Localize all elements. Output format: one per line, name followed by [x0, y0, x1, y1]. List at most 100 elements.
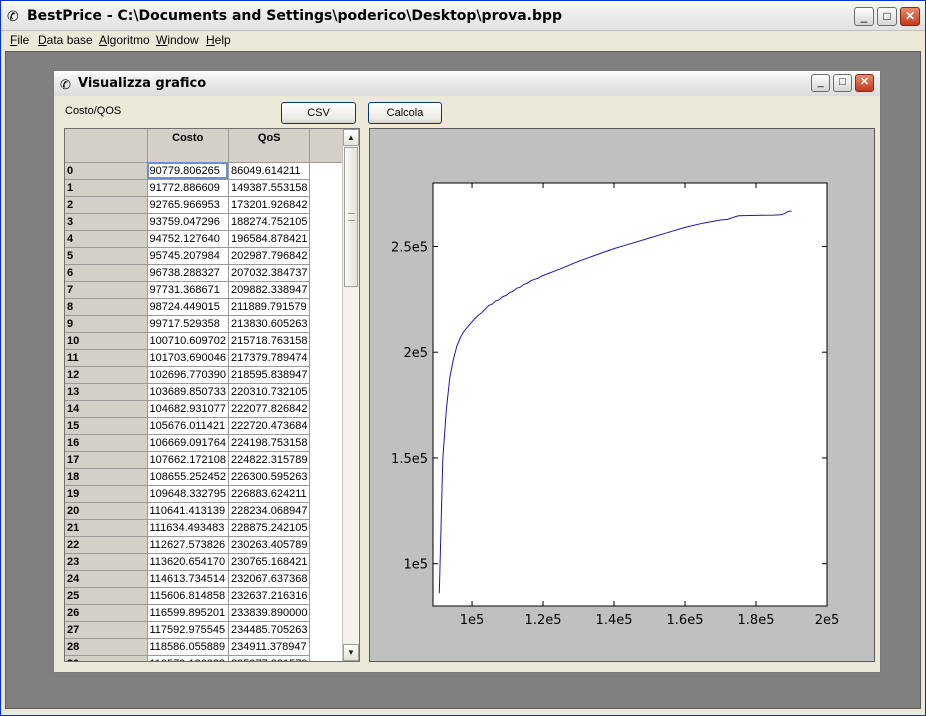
- costo-cell[interactable]: 96738.288327: [147, 264, 229, 282]
- table-row[interactable]: 16 106669.091764 224198.753158: [65, 434, 346, 452]
- costo-cell[interactable]: 116599.895201: [147, 604, 229, 622]
- qos-cell[interactable]: 224198.753158: [228, 434, 311, 452]
- qos-cell[interactable]: 218595.838947: [228, 366, 311, 384]
- table-row[interactable]: 2 92765.966953 173201.926842: [65, 196, 346, 214]
- menu-file[interactable]: File: [10, 33, 29, 47]
- menu-help[interactable]: Help: [206, 33, 231, 47]
- qos-cell[interactable]: 226883.624211: [228, 485, 311, 503]
- costo-cell[interactable]: 114613.734514: [147, 570, 229, 588]
- row-header[interactable]: 9: [65, 315, 148, 333]
- vertical-scrollbar[interactable]: ▲ ▼: [342, 129, 359, 661]
- costo-cell[interactable]: 108655.252452: [147, 468, 229, 486]
- child-maximize-button[interactable]: □: [833, 74, 852, 92]
- qos-cell[interactable]: 228875.242105: [228, 519, 311, 537]
- table-row[interactable]: 26 116599.895201 233839.890000: [65, 604, 346, 622]
- table-row[interactable]: 22 112627.573826 230263.405789: [65, 536, 346, 554]
- qos-cell[interactable]: 224822.315789: [228, 451, 311, 469]
- row-header[interactable]: 12: [65, 366, 148, 384]
- qos-cell[interactable]: 228234.068947: [228, 502, 311, 520]
- row-header[interactable]: 17: [65, 451, 148, 469]
- chart-window-title-bar[interactable]: ✆ Visualizza grafico _ □ ✕: [54, 71, 880, 96]
- qos-cell[interactable]: 217379.789474: [228, 349, 311, 367]
- qos-cell[interactable]: 149387.553158: [228, 179, 311, 197]
- table-row[interactable]: 15 105676.011421 222720.473684: [65, 417, 346, 435]
- table-row[interactable]: 7 97731.368671 209882.338947: [65, 281, 346, 299]
- costo-cell[interactable]: 119579.136232: [147, 655, 229, 661]
- table-row[interactable]: 5 95745.207984 202987.796842: [65, 247, 346, 265]
- row-header[interactable]: 29: [65, 655, 148, 661]
- row-header[interactable]: 4: [65, 230, 148, 248]
- row-header[interactable]: 19: [65, 485, 148, 503]
- qos-cell[interactable]: 173201.926842: [228, 196, 311, 214]
- table-row[interactable]: 23 113620.654170 230765.168421: [65, 553, 346, 571]
- close-button[interactable]: ✕: [900, 7, 920, 26]
- row-header[interactable]: 13: [65, 383, 148, 401]
- column-header-costo[interactable]: Costo: [147, 129, 229, 163]
- costo-cell[interactable]: 118586.055889: [147, 638, 229, 656]
- table-row[interactable]: 13 103689.850733 220310.732105: [65, 383, 346, 401]
- costo-cell[interactable]: 91772.886609: [147, 179, 229, 197]
- table-row[interactable]: 18 108655.252452 226300.595263: [65, 468, 346, 486]
- costo-cell[interactable]: 107662.172108: [147, 451, 229, 469]
- minimize-button[interactable]: _: [854, 7, 874, 26]
- row-header[interactable]: 1: [65, 179, 148, 197]
- qos-cell[interactable]: 86049.614211: [228, 162, 311, 180]
- costo-cell[interactable]: 94752.127640: [147, 230, 229, 248]
- row-header[interactable]: 21: [65, 519, 148, 537]
- table-row[interactable]: 24 114613.734514 232067.637368: [65, 570, 346, 588]
- qos-cell[interactable]: 222077.826842: [228, 400, 311, 418]
- qos-cell[interactable]: 234485.705263: [228, 621, 311, 639]
- costo-cell[interactable]: 112627.573826: [147, 536, 229, 554]
- qos-cell[interactable]: 232637.216316: [228, 587, 311, 605]
- costo-cell[interactable]: 106669.091764: [147, 434, 229, 452]
- costo-cell[interactable]: 98724.449015: [147, 298, 229, 316]
- qos-cell[interactable]: 188274.752105: [228, 213, 311, 231]
- row-header[interactable]: 5: [65, 247, 148, 265]
- table-row[interactable]: 19 109648.332795 226883.624211: [65, 485, 346, 503]
- csv-button[interactable]: CSV: [281, 102, 356, 124]
- costo-cell[interactable]: 103689.850733: [147, 383, 229, 401]
- table-row[interactable]: 21 111634.493483 228875.242105: [65, 519, 346, 537]
- table-row[interactable]: 10 100710.609702 215718.763158: [65, 332, 346, 350]
- row-header[interactable]: 27: [65, 621, 148, 639]
- row-header[interactable]: 14: [65, 400, 148, 418]
- scroll-up-button[interactable]: ▲: [343, 129, 359, 146]
- qos-cell[interactable]: 211889.791579: [228, 298, 311, 316]
- data-grid[interactable]: Costo QoS 0 90779.806265 86049.614211 1 9177…: [64, 128, 360, 662]
- table-row[interactable]: 4 94752.127640 196584.878421: [65, 230, 346, 248]
- table-row[interactable]: 0 90779.806265 86049.614211: [65, 162, 346, 180]
- costo-cell[interactable]: 95745.207984: [147, 247, 229, 265]
- costo-cell[interactable]: 109648.332795: [147, 485, 229, 503]
- child-close-button[interactable]: ✕: [855, 74, 874, 92]
- qos-cell[interactable]: 230263.405789: [228, 536, 311, 554]
- scroll-down-button[interactable]: ▼: [343, 644, 359, 661]
- costo-cell[interactable]: 104682.931077: [147, 400, 229, 418]
- table-row[interactable]: 11 101703.690046 217379.789474: [65, 349, 346, 367]
- qos-cell[interactable]: 233839.890000: [228, 604, 311, 622]
- menu-window[interactable]: Window: [156, 33, 199, 47]
- costo-cell[interactable]: 93759.047296: [147, 213, 229, 231]
- qos-cell[interactable]: 196584.878421: [228, 230, 311, 248]
- row-header[interactable]: 6: [65, 264, 148, 282]
- table-row[interactable]: 9 99717.529358 213830.605263: [65, 315, 346, 333]
- child-minimize-button[interactable]: _: [811, 74, 830, 92]
- costo-cell[interactable]: 117592.975545: [147, 621, 229, 639]
- maximize-button[interactable]: □: [877, 7, 897, 26]
- row-header[interactable]: 16: [65, 434, 148, 452]
- row-header[interactable]: 3: [65, 213, 148, 231]
- qos-cell[interactable]: 232067.637368: [228, 570, 311, 588]
- table-row[interactable]: 25 115606.814858 232637.216316: [65, 587, 346, 605]
- costo-cell[interactable]: 113620.654170: [147, 553, 229, 571]
- row-header[interactable]: 23: [65, 553, 148, 571]
- table-row[interactable]: 1 91772.886609 149387.553158: [65, 179, 346, 197]
- menu-algoritmo[interactable]: Algoritmo: [99, 33, 150, 47]
- qos-cell[interactable]: 213830.605263: [228, 315, 311, 333]
- costo-cell[interactable]: 92765.966953: [147, 196, 229, 214]
- table-row[interactable]: 6 96738.288327 207032.384737: [65, 264, 346, 282]
- row-header[interactable]: 2: [65, 196, 148, 214]
- costo-cell[interactable]: 99717.529358: [147, 315, 229, 333]
- table-row[interactable]: 20 110641.413139 228234.068947: [65, 502, 346, 520]
- row-header[interactable]: 25: [65, 587, 148, 605]
- table-row[interactable]: 12 102696.770390 218595.838947: [65, 366, 346, 384]
- table-row[interactable]: 29119579.136232235977.221579: [65, 655, 346, 661]
